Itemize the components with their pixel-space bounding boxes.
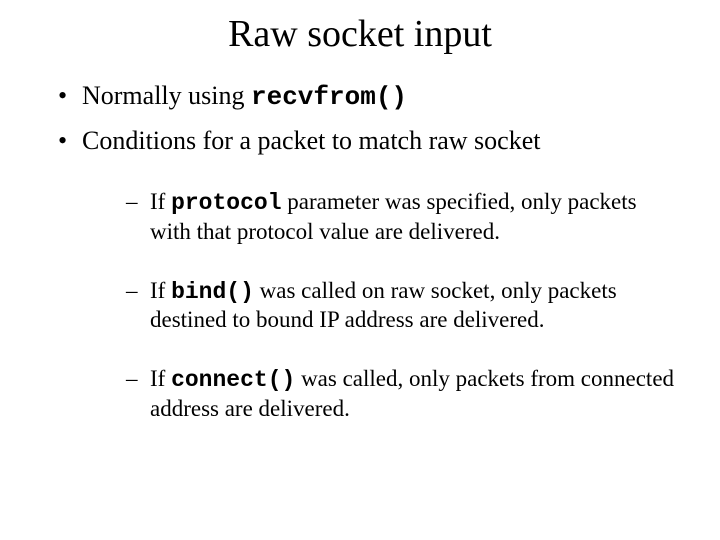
sub-bullet-list: If protocol parameter was specified, onl… bbox=[82, 188, 680, 424]
sub-bullet-3: If connect() was called, only packets fr… bbox=[126, 365, 680, 424]
sub-bullet-1: If protocol parameter was specified, onl… bbox=[126, 188, 680, 247]
sub-1-code: protocol bbox=[171, 190, 281, 216]
sub-2-text-a: If bbox=[150, 278, 171, 303]
bullet-list: Normally using recvfrom() Conditions for… bbox=[40, 78, 680, 424]
sub-2-code: bind() bbox=[171, 279, 254, 305]
bullet-2-text: Conditions for a packet to match raw soc… bbox=[82, 126, 540, 155]
slide: Raw socket input Normally using recvfrom… bbox=[0, 0, 720, 540]
sub-3-text-a: If bbox=[150, 366, 171, 391]
sub-bullet-2: If bind() was called on raw socket, only… bbox=[126, 277, 680, 336]
bullet-1-code: recvfrom() bbox=[251, 82, 407, 112]
slide-title: Raw socket input bbox=[40, 12, 680, 56]
bullet-1: Normally using recvfrom() bbox=[58, 78, 680, 115]
sub-3-code: connect() bbox=[171, 367, 295, 393]
sub-1-text-a: If bbox=[150, 189, 171, 214]
bullet-2: Conditions for a packet to match raw soc… bbox=[58, 123, 680, 424]
bullet-1-text-a: Normally using bbox=[82, 81, 251, 110]
